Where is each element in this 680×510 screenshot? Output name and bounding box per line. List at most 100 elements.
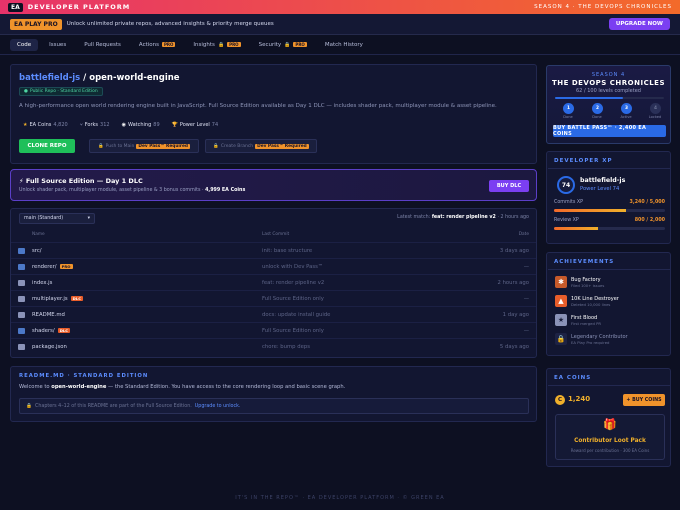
clone-repo-button[interactable]: CLONE REPO	[19, 139, 75, 153]
folder-icon	[18, 327, 25, 334]
tab-insights[interactable]: Insights 🔒 PRO	[186, 39, 247, 51]
table-row[interactable]: index.js feat: render pipeline v2 2 hour…	[11, 274, 536, 290]
file-icon	[18, 295, 25, 302]
upgrade-link[interactable]: Upgrade to unlock.	[195, 404, 241, 409]
top-bar: EA DEVELOPER PLATFORM SEASON 4 · THE DEV…	[0, 0, 680, 14]
table-row[interactable]: README.md docs: update install guide 1 d…	[11, 306, 536, 322]
pro-badge: PRO	[293, 42, 307, 47]
tier-2[interactable]: 2	[592, 103, 603, 114]
latest-commit-link[interactable]: feat: render pipeline v2	[432, 215, 496, 220]
table-row[interactable]: src/ init: base structure 3 days ago	[11, 242, 536, 258]
stat-watching[interactable]: ◉ Watching 89	[122, 122, 160, 128]
repo-description: A high-performance open world rendering …	[19, 103, 497, 109]
ea-coins-title: EA COINS	[554, 375, 592, 381]
upgrade-now-button[interactable]: UPGRADE NOW	[608, 18, 670, 30]
tier-4[interactable]: 4	[650, 103, 661, 114]
eye-icon: ◉	[121, 122, 126, 128]
tier-3[interactable]: 3	[621, 103, 632, 114]
lock-icon: 🔒	[26, 403, 32, 409]
achievement-first-blood[interactable]: ★ First Blood First merged PR	[555, 312, 675, 328]
trophy-icon: 🏆	[171, 122, 178, 128]
season-panel: SEASON 4 THE DEVOPS CHRONICLES 62 / 100 …	[546, 65, 671, 144]
achievement-bug-factory[interactable]: ✱ Bug Factory Filed 100+ issues	[555, 274, 675, 290]
dlc-badge: DLC	[57, 328, 71, 333]
repo-owner-link[interactable]: battlefield-js	[19, 73, 80, 83]
table-row[interactable]: renderer/PRO unlock with Dev Pass™ —	[11, 258, 536, 274]
dlc-banner: ⚡ Full Source Edition — Day 1 DLC Unlock…	[10, 169, 537, 201]
flame-icon: ▲	[555, 295, 567, 307]
ea-coins-panel: EA COINS C 1,240 + BUY COINS 🎁 Contribut…	[546, 368, 671, 467]
tab-match-history[interactable]: Match History	[318, 39, 370, 51]
achievements-title: ACHIEVEMENTS	[554, 259, 615, 265]
branch-selector[interactable]: main (Standard) ▾	[19, 213, 95, 224]
file-icon	[18, 279, 25, 286]
xp-title: DEVELOPER XP	[554, 158, 613, 164]
pro-badge: PRO	[59, 264, 73, 269]
season-progress-fill	[555, 97, 623, 99]
star-icon: ★	[23, 122, 28, 128]
folder-icon	[18, 263, 25, 270]
promo-tag: EA PLAY PRO	[10, 18, 62, 30]
xp-level: Power Level 74	[580, 186, 620, 192]
xp-username[interactable]: battlefield-js	[580, 177, 625, 184]
loot-pack-card[interactable]: 🎁 Contributor Loot Pack Reward per contr…	[555, 414, 665, 460]
footer: IT'S IN THE REPO™ · EA DEVELOPER PLATFOR…	[235, 495, 445, 501]
loot-pack-subtitle: Reward per contribution · 300 EA Coins	[570, 448, 650, 453]
season-banner-text: SEASON 4 · THE DEVOPS CHRONICLES	[534, 4, 672, 10]
fork-icon: ⑂	[79, 122, 83, 128]
achievement-legendary-contributor[interactable]: 🔒 Legendary Contributor EA Play Pro requi…	[555, 331, 675, 347]
buy-battle-pass-button[interactable]: BUY BATTLE PASS™ · 2,400 EA COINS	[553, 125, 666, 137]
tab-code[interactable]: Code	[10, 38, 39, 51]
create-branch-button[interactable]: 🔒 Create Branch Dev Pass™ Required	[205, 139, 317, 153]
dot-icon: ●	[24, 89, 28, 94]
files-panel: main (Standard) ▾ Latest match: feat: ren…	[10, 208, 537, 358]
season-label: SEASON 4	[591, 72, 626, 78]
tab-security[interactable]: Security 🔒 PRO	[252, 39, 314, 51]
promo-bar: EA PLAY PRO Unlock unlimited private rep…	[0, 14, 680, 35]
repo-stats: ★ EA Coins 4,820 ⑂ Forks 312 ◉ Watching 89 🏆 Po…	[23, 122, 230, 128]
review-xp-bar	[554, 227, 665, 230]
achievements-panel: ACHIEVEMENTS ✱ Bug Factory Filed 100+ iss…	[546, 252, 671, 356]
tab-actions[interactable]: Actions PRO	[132, 39, 183, 51]
table-row[interactable]: shaders/DLC Full Source Edition only —	[11, 322, 536, 338]
coin-icon: C	[555, 395, 565, 405]
dlc-badge: DLC	[70, 296, 83, 301]
readme-title: README.MD · STANDARD EDITION	[19, 373, 149, 379]
lock-icon: 🔒	[217, 41, 225, 48]
tab-issues[interactable]: Issues	[42, 39, 73, 51]
stat-ea-coins[interactable]: ★ EA Coins 4,820	[23, 122, 68, 128]
chevron-down-icon: ▾	[87, 216, 90, 221]
star-icon: ★	[555, 314, 567, 326]
pro-badge: PRO	[227, 42, 241, 47]
table-row[interactable]: multiplayer.js DLC Full Source Edition on…	[11, 290, 536, 306]
repo-name-link[interactable]: open-world-engine	[89, 73, 179, 83]
stat-power-level: 🏆 Power Level 74	[171, 122, 219, 128]
readme-text: Welcome to open-world-engine — the Stand…	[19, 384, 346, 390]
developer-xp-panel: DEVELOPER XP 74 battlefield-js Power Lev…	[546, 151, 671, 244]
readme-panel: README.MD · STANDARD EDITION Welcome to …	[10, 366, 537, 422]
buy-dlc-button[interactable]: BUY DLC	[489, 180, 529, 192]
stat-forks[interactable]: ⑂ Forks 312	[80, 122, 110, 128]
files-table-header: Name Last Commit Date	[32, 231, 529, 237]
pro-badge: PRO	[162, 42, 176, 47]
tab-pull-requests[interactable]: Pull Requests	[77, 39, 128, 51]
achievement-10k-line-destroyer[interactable]: ▲ 10K Line Destroyer Deleted 10,000 lines	[555, 293, 675, 309]
repo-nav: Code Issues Pull Requests Actions PRO Ins…	[0, 35, 680, 55]
commits-xp-bar	[554, 209, 665, 212]
ea-logo[interactable]: EA	[8, 2, 23, 12]
dlc-subtitle: Unlock shader pack, multiplayer module, …	[19, 188, 246, 193]
lock-icon: 🔒	[555, 333, 567, 345]
season-title: THE DEVOPS CHRONICLES	[551, 79, 666, 87]
file-icon	[18, 311, 25, 318]
table-row[interactable]: package.json chore: bump deps 5 days ago	[11, 338, 536, 354]
push-to-main-button[interactable]: 🔒 Push to Main Dev Pass™ Required	[89, 139, 199, 153]
readme-locked-note: 🔒 Chapters 4–12 of this README are part o…	[19, 398, 529, 414]
coin-balance: 1,240	[568, 395, 591, 403]
gift-icon: 🎁	[603, 418, 617, 431]
review-xp: Review XP 800 / 2,000	[554, 218, 665, 223]
platform-title: DEVELOPER PLATFORM	[27, 3, 131, 11]
tier-1[interactable]: 1	[563, 103, 574, 114]
lock-icon: 🔒	[98, 143, 104, 149]
buy-coins-button[interactable]: + BUY COINS	[623, 394, 665, 406]
commits-xp: Commits XP 3,240 / 5,000	[554, 200, 665, 205]
